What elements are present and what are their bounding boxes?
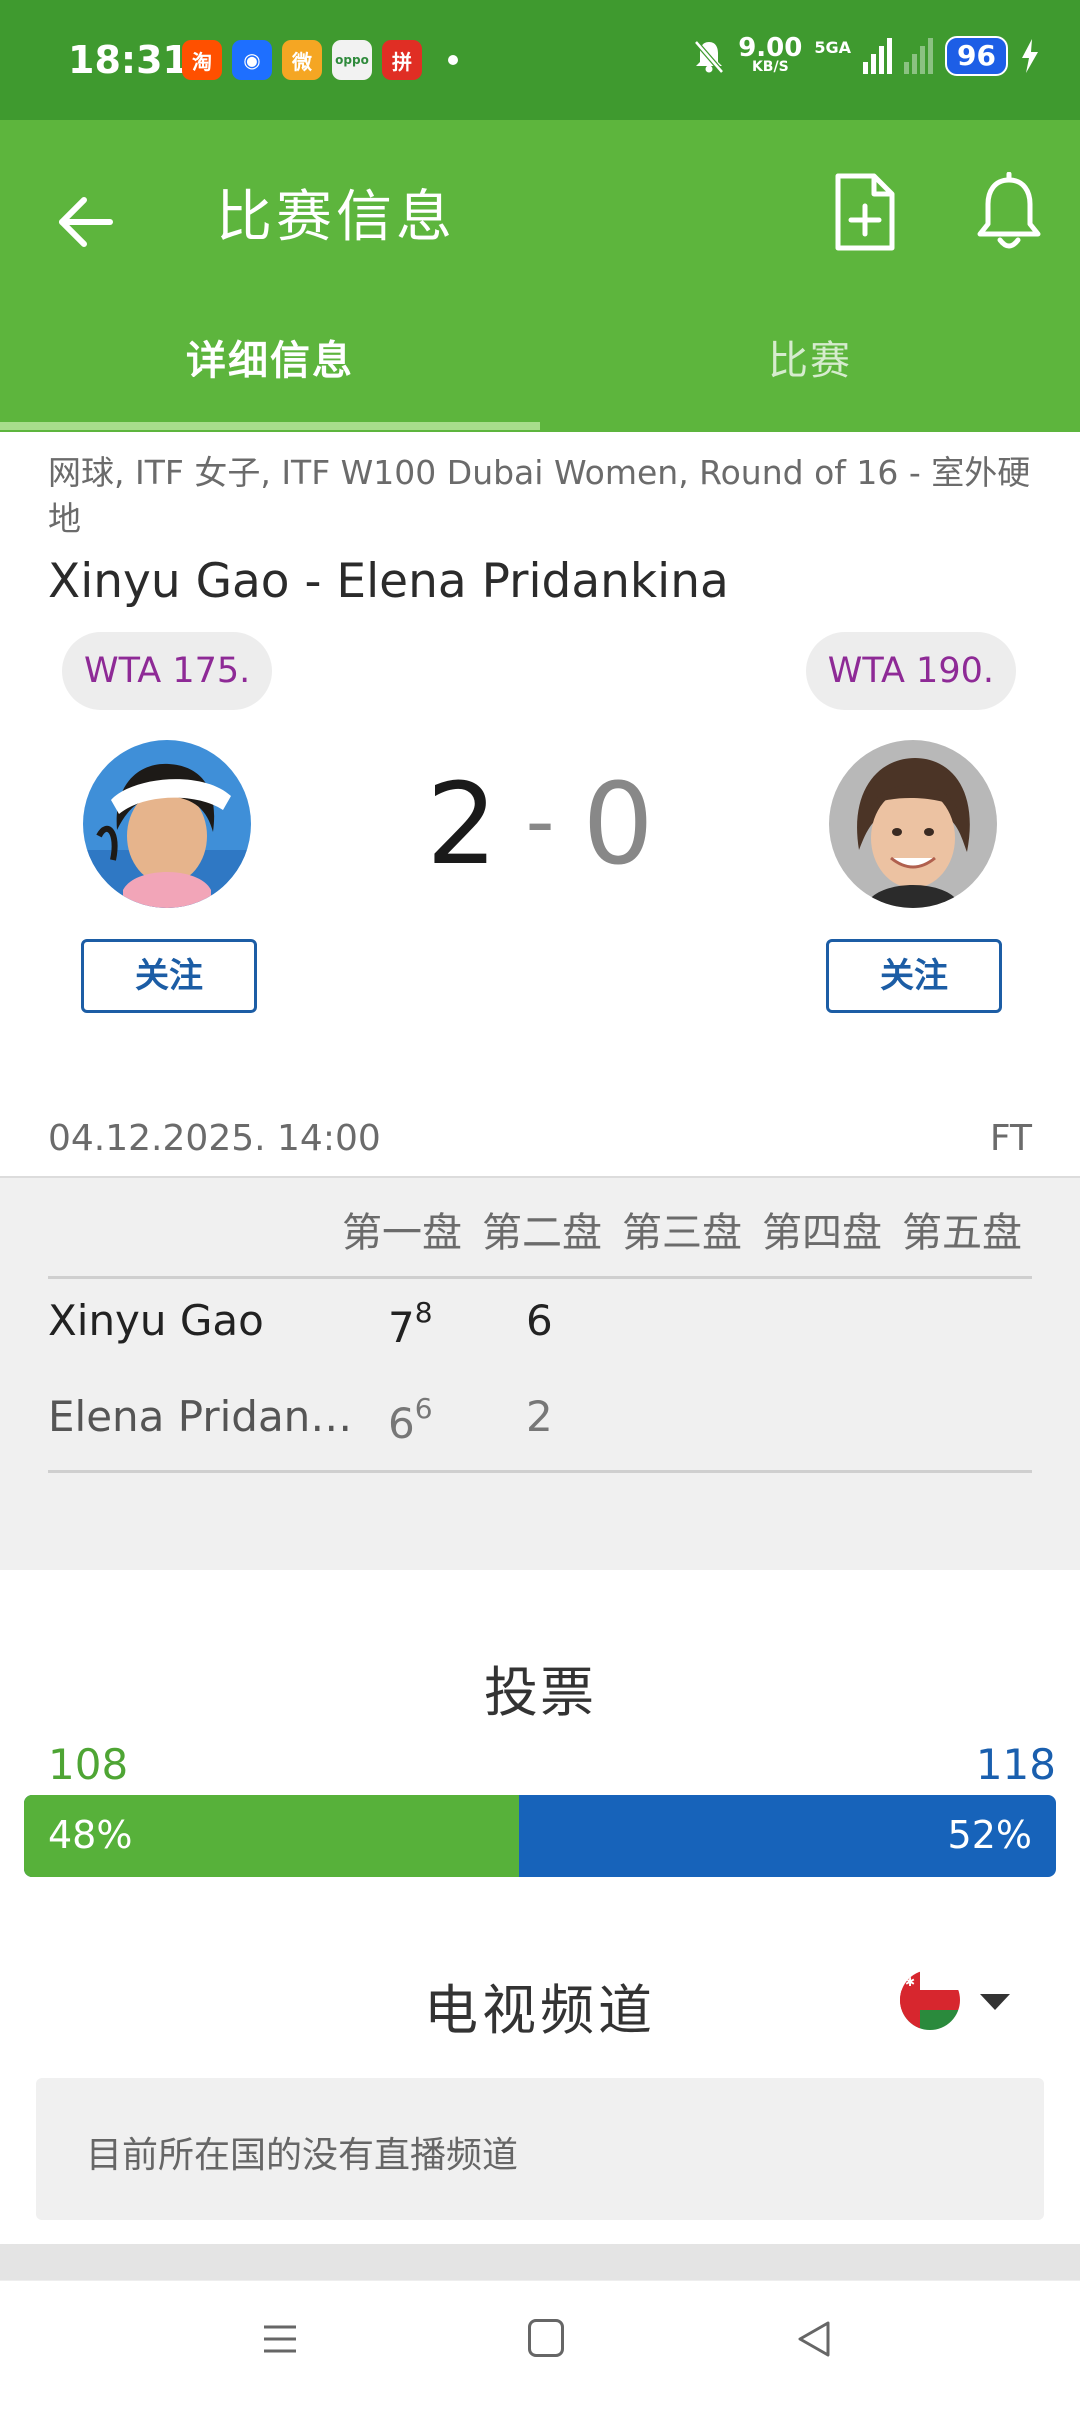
network-speed: 9.00 KB/S	[738, 35, 802, 75]
vote-away-button[interactable]: 52%	[519, 1795, 1056, 1877]
follow-away-player-button[interactable]: 关注	[826, 939, 1002, 1013]
scoreboard-row-away: Elena Pridan… 66 2	[48, 1370, 1032, 1460]
set1-tiebreak: 8	[414, 1296, 433, 1329]
oman-flag-icon[interactable]: ✱	[900, 1970, 960, 2030]
oppo-app-icon: oppo	[332, 40, 372, 80]
match-title: Xinyu Gao - Elena Pridankina	[48, 554, 729, 609]
home-icon[interactable]	[528, 2319, 564, 2357]
home-vote-percent: 48%	[48, 1813, 133, 1857]
page-title: 比赛信息	[216, 185, 456, 250]
system-navigation-bar	[0, 2280, 1080, 2415]
system-back-icon[interactable]	[794, 2319, 834, 2359]
match-status: FT	[989, 1118, 1032, 1159]
home-vote-count: 108	[48, 1740, 129, 1789]
set2-score: 6	[526, 1296, 553, 1345]
tab-details[interactable]: 详细信息	[0, 328, 540, 386]
charging-bolt-icon	[1022, 39, 1038, 73]
status-notification-icons: 淘 ◉ 微 oppo 拼	[182, 40, 458, 80]
notification-bell-icon[interactable]	[972, 172, 1046, 254]
chevron-down-icon[interactable]	[980, 1994, 1010, 2010]
vote-bar: 48% 52%	[24, 1795, 1056, 1877]
set-header-1: 第一盘	[342, 1210, 462, 1256]
home-player-rank: WTA 175.	[62, 632, 273, 710]
set2-score: 2	[526, 1392, 553, 1441]
pinduoduo-app-icon: 拼	[382, 40, 422, 80]
vote-section-title: 投票	[484, 1661, 596, 1724]
scoreboard-player-name: Elena Pridan…	[48, 1392, 353, 1441]
follow-home-player-button[interactable]: 关注	[81, 939, 257, 1013]
signal-strength-sim2-icon	[904, 38, 934, 74]
away-player-rank: WTA 190.	[805, 632, 1016, 710]
status-bar: 18:31 淘 ◉ 微 oppo 拼 9.00 KB/S 5GA 96	[0, 0, 1080, 120]
recent-apps-icon[interactable]	[262, 2321, 298, 2357]
battery-indicator: 96	[945, 36, 1008, 76]
taobao-app-icon: 淘	[182, 40, 222, 80]
scoreboard-player-name: Xinyu Gao	[48, 1296, 264, 1345]
scoreboard-row-home: Xinyu Gao 78 6	[48, 1274, 1032, 1364]
signal-strength-icon	[863, 38, 893, 74]
tab-match[interactable]: 比赛	[540, 328, 1080, 386]
back-arrow-icon[interactable]	[56, 180, 116, 264]
set-scoreboard: 第一盘 第二盘 第三盘 第四盘 第五盘 Xinyu Gao 78 6 Elena…	[0, 1176, 1080, 1570]
status-time: 18:31	[68, 38, 189, 82]
score-separator: -	[525, 775, 555, 868]
next-section-edge	[0, 2244, 1080, 2280]
match-date-time: 04.12.2025. 14:00	[48, 1118, 381, 1159]
weibo-app-icon: 微	[282, 40, 322, 80]
more-notifications-dot-icon	[448, 55, 458, 65]
scoreboard-divider-bottom	[48, 1470, 1032, 1473]
away-vote-count: 118	[975, 1740, 1056, 1789]
set-header-3: 第三盘	[622, 1210, 742, 1256]
network-type-label: 5GA	[814, 38, 852, 57]
match-score: 2-0	[0, 760, 1080, 890]
status-system-icons: 9.00 KB/S 5GA 96	[692, 35, 1040, 76]
set1-tiebreak: 6	[414, 1392, 433, 1425]
qq-browser-app-icon: ◉	[232, 40, 272, 80]
set-header-2: 第二盘	[482, 1210, 602, 1256]
tournament-breadcrumb: 网球, ITF 女子, ITF W100 Dubai Women, Round …	[48, 453, 1031, 538]
home-sets-won: 2	[426, 760, 498, 890]
add-document-icon[interactable]	[830, 172, 900, 252]
set1-score: 78	[388, 1296, 433, 1352]
set-header-5: 第五盘	[902, 1210, 1022, 1256]
away-sets-won: 0	[582, 760, 654, 890]
set1-score: 66	[388, 1392, 433, 1448]
set-headers: 第一盘 第二盘 第三盘 第四盘 第五盘	[336, 1200, 1028, 1258]
set1-games: 6	[388, 1399, 415, 1448]
active-tab-indicator	[0, 422, 540, 430]
vote-home-button[interactable]: 48%	[24, 1795, 520, 1877]
away-vote-percent: 52%	[947, 1813, 1032, 1857]
mute-bell-icon	[694, 40, 725, 74]
app-bar: 比赛信息 详细信息 比赛	[0, 120, 1080, 432]
set-header-4: 第四盘	[762, 1210, 882, 1256]
tv-channels-box: 目前所在国的没有直播频道	[36, 2078, 1044, 2220]
set1-games: 7	[388, 1303, 415, 1352]
no-channels-message: 目前所在国的没有直播频道	[86, 2135, 519, 2176]
